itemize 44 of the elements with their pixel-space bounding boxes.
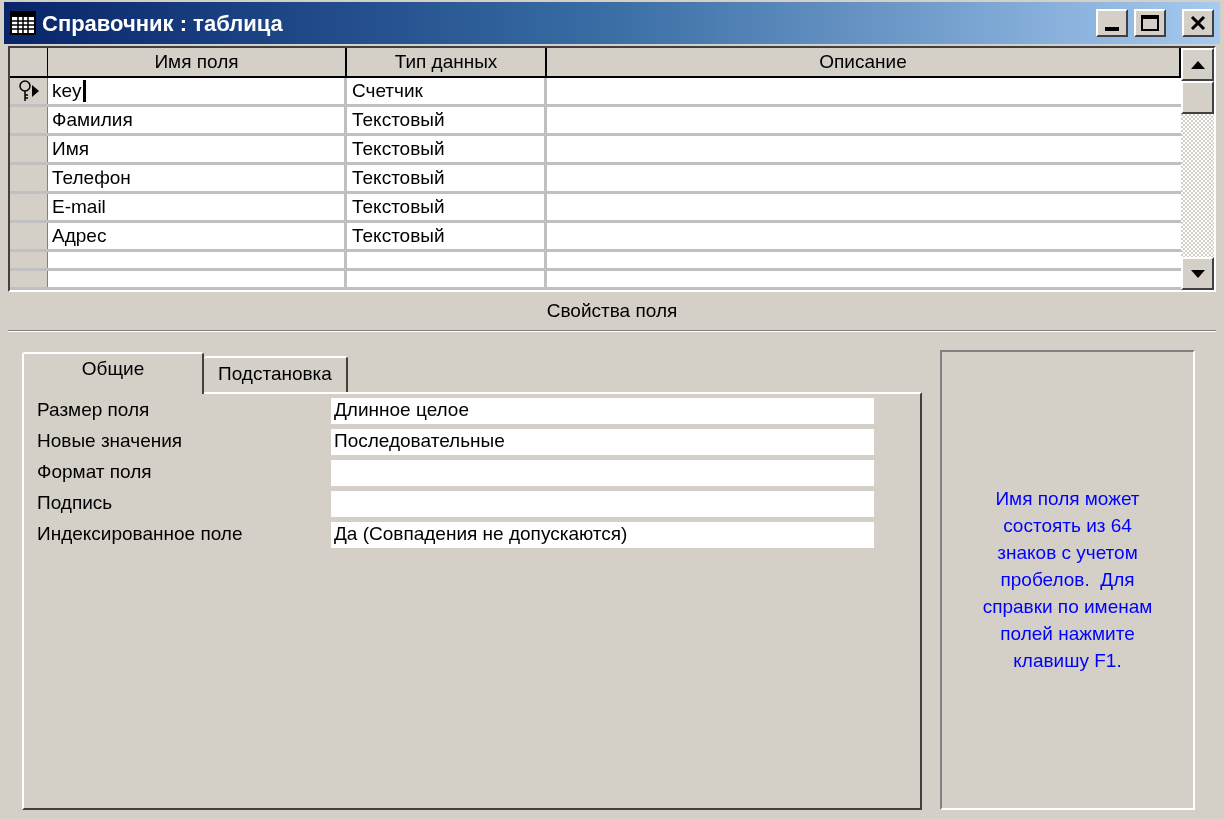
column-header[interactable]: Тип данных [347,48,547,76]
data-type-cell[interactable]: Текстовый [347,223,547,249]
property-value-field[interactable]: Длинное целое [331,397,874,424]
property-value-field[interactable] [331,490,874,517]
scroll-up-button[interactable] [1181,48,1214,81]
property-value-field[interactable]: Последовательные [331,428,874,455]
field-name-cell[interactable]: key [48,78,347,104]
data-type-cell[interactable]: Счетчик [347,78,547,104]
data-type-cell[interactable]: Текстовый [347,194,547,220]
row-selector[interactable] [10,78,48,104]
help-text: Имя поля может состоять из 64 знаков с учетом пробелов. Для справки по именам полей нажмите клавишу F1. [981,487,1154,673]
field-name-cell[interactable]: Телефон [48,165,347,191]
minimize-button[interactable] [1096,9,1128,37]
text-cursor [82,80,86,102]
close-button[interactable] [1182,9,1214,37]
down-arrow-icon [1190,269,1205,278]
property-value-field[interactable]: Да (Совпадения не допускаются) [331,521,874,548]
up-arrow-icon [1190,60,1205,69]
property-label: Формат поля [37,460,153,485]
section-title: Свойства поля [546,299,678,323]
property-label: Индексированное поле [37,522,244,547]
tab[interactable]: Подстановка [204,355,348,392]
field-name-cell[interactable]: Фамилия [48,107,347,133]
data-type-cell[interactable]: Текстовый [347,165,547,191]
data-type-cell[interactable]: Текстовый [347,136,547,162]
scroll-thumb[interactable] [1181,81,1214,114]
window-title: Справочник : таблица [42,9,284,38]
maximize-button[interactable] [1134,9,1166,37]
property-label: Размер поля [37,398,151,423]
field-name-cell[interactable]: Имя [48,136,347,162]
tab[interactable]: Общие [22,351,204,394]
table-icon [10,11,36,35]
data-type-cell[interactable]: Текстовый [347,107,547,133]
field-name-cell[interactable]: Адрес [48,223,347,249]
key-icon [18,80,32,102]
property-label: Новые значения [37,429,184,454]
column-header[interactable]: Имя поля [48,48,347,76]
close-icon [1190,16,1206,30]
field-name-cell[interactable]: E-mail [48,194,347,220]
vertical-scrollbar[interactable] [1181,48,1214,290]
scroll-down-button[interactable] [1181,257,1214,290]
current-row-arrow-icon [32,85,39,97]
property-label: Подпись [37,491,114,516]
property-value-field[interactable] [331,459,874,486]
